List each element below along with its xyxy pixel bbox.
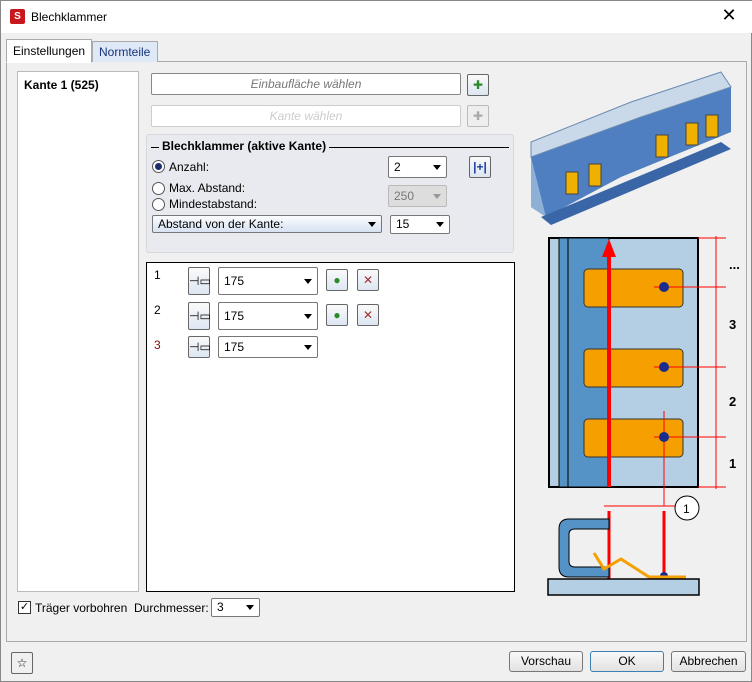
anzahl-value: 2 xyxy=(394,160,401,174)
pin-button[interactable]: ⊣▭ xyxy=(188,267,211,295)
row-index: 2 xyxy=(154,303,161,317)
clip-layout-diagram: ... 3 2 1 1 xyxy=(547,236,740,596)
dim-label-1: 1 xyxy=(729,456,736,471)
chevron-down-icon xyxy=(368,222,376,227)
vorbohren-checkbox[interactable]: ✓ xyxy=(18,601,31,614)
abstand-value: 250 xyxy=(394,189,415,203)
mode-dropdown[interactable]: Abstand von der Kante: xyxy=(152,215,382,233)
durchmesser-label: Durchmesser: xyxy=(134,601,209,615)
chevron-down-icon xyxy=(304,345,312,350)
insert-icon: ● xyxy=(333,273,341,287)
favorites-button[interactable]: ☆ xyxy=(11,652,33,674)
star-icon: ☆ xyxy=(16,656,28,670)
abstand-dropdown[interactable]: 250 xyxy=(388,185,447,207)
edge-list[interactable]: Kante 1 (525) xyxy=(17,71,139,592)
distribute-evenly-button[interactable]: |+| xyxy=(469,156,491,178)
max-abstand-label: Max. Abstand: xyxy=(169,181,246,195)
chevron-down-icon xyxy=(246,605,254,610)
insert-clip-button[interactable]: ● xyxy=(326,269,348,291)
window-title: Blechklammer xyxy=(31,10,108,24)
chevron-down-icon xyxy=(436,222,444,227)
edge-select-field[interactable]: Kante wählen xyxy=(151,105,461,127)
anzahl-label: Anzahl: xyxy=(169,160,210,174)
mode-value: Abstand von der Kante: xyxy=(158,217,284,231)
check-icon: ✓ xyxy=(19,601,30,613)
mindestabstand-label: Mindestabstand: xyxy=(169,197,258,211)
anzahl-dropdown[interactable]: 2 xyxy=(388,156,447,178)
delete-icon: ✕ xyxy=(362,308,374,322)
row-distance-dropdown[interactable]: 175 xyxy=(218,267,318,295)
row-value: 175 xyxy=(224,274,245,288)
pick-surface-button[interactable]: ✚ xyxy=(467,74,489,96)
mindestabstand-radio[interactable] xyxy=(152,198,165,211)
pick-edge-button[interactable]: ✚ xyxy=(467,105,489,127)
cancel-button[interactable]: Abbrechen xyxy=(671,651,746,672)
app-icon: S xyxy=(10,9,25,24)
row-distance-dropdown[interactable]: 175 xyxy=(218,302,318,330)
pick-edge-icon: ✚ xyxy=(472,109,484,123)
dim-label-3: 3 xyxy=(729,317,736,332)
chevron-down-icon xyxy=(433,194,441,199)
tab-einstellungen[interactable]: Einstellungen xyxy=(6,39,92,63)
insert-icon: ● xyxy=(333,308,341,322)
delete-icon: ✕ xyxy=(362,273,374,287)
profile-section xyxy=(558,518,610,578)
pin-button[interactable]: ⊣▭ xyxy=(188,302,211,330)
insert-clip-button[interactable]: ● xyxy=(326,304,348,326)
row-distance-dropdown[interactable]: 175 xyxy=(218,336,318,358)
row-index: 1 xyxy=(154,268,161,282)
durchmesser-dropdown[interactable]: 3 xyxy=(211,598,260,617)
beam-section xyxy=(547,578,700,596)
group-title: Blechklammer (aktive Kante) xyxy=(159,139,330,153)
chevron-down-icon xyxy=(304,279,312,284)
ok-button[interactable]: OK xyxy=(590,651,664,672)
max-abstand-radio[interactable] xyxy=(152,182,165,195)
dim-label-2: 2 xyxy=(729,394,736,409)
edge-distance-dropdown[interactable]: 15 xyxy=(390,215,450,234)
vorbohren-label: Träger vorbohren xyxy=(35,601,128,615)
row-value: 175 xyxy=(224,340,245,354)
dim-label-more: ... xyxy=(729,257,740,272)
preview-3d-image xyxy=(530,71,732,225)
callout-label: 1 xyxy=(683,502,690,516)
close-button[interactable]: ✕ xyxy=(717,5,741,26)
durchmesser-value: 3 xyxy=(217,600,224,614)
edge-distance-value: 15 xyxy=(396,217,410,231)
edge-list-item[interactable]: Kante 1 (525) xyxy=(24,78,99,92)
preview-button[interactable]: Vorschau xyxy=(509,651,583,672)
chevron-down-icon xyxy=(433,165,441,170)
distribute-icon: |+| xyxy=(473,160,487,174)
delete-row-button[interactable]: ✕ xyxy=(357,269,379,291)
hatched-strip xyxy=(558,237,569,488)
tab-normteile[interactable]: Normteile xyxy=(92,41,158,62)
pin-button[interactable]: ⊣▭ xyxy=(188,336,211,358)
anzahl-radio[interactable] xyxy=(152,160,165,173)
pin-icon: ⊣▭ xyxy=(189,309,211,323)
pick-surface-icon: ✚ xyxy=(472,78,484,92)
chevron-down-icon xyxy=(304,314,312,319)
row-index: 3 xyxy=(154,338,161,352)
pin-icon: ⊣▭ xyxy=(189,340,211,354)
delete-row-button[interactable]: ✕ xyxy=(357,304,379,326)
surface-select-field[interactable]: Einbaufläche wählen xyxy=(151,73,461,95)
row-value: 175 xyxy=(224,309,245,323)
pin-icon: ⊣▭ xyxy=(189,274,211,288)
title-bar xyxy=(1,1,752,33)
